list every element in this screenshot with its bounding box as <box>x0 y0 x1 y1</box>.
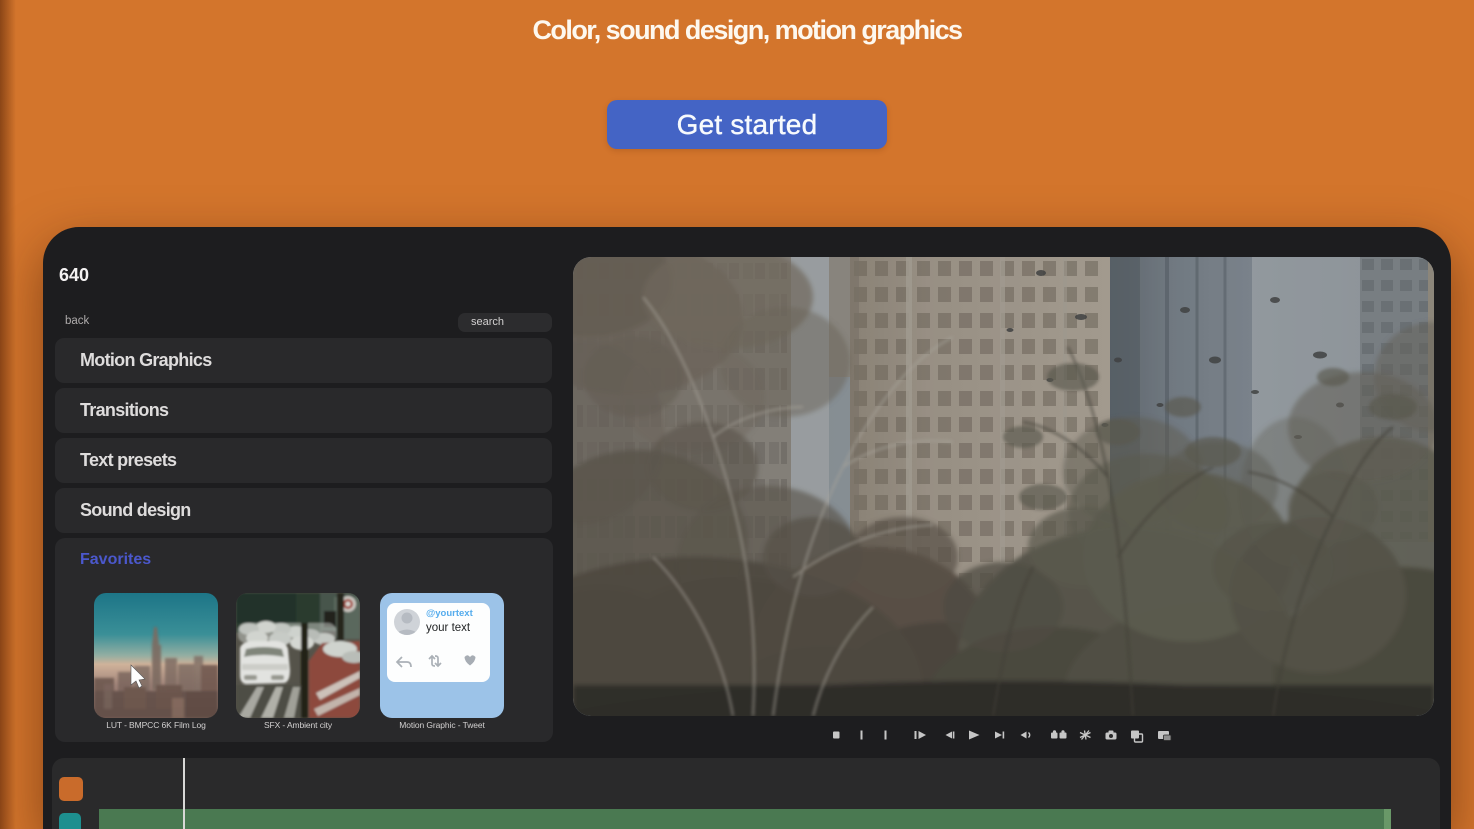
svg-text:@yourtext: @yourtext <box>426 608 474 619</box>
svg-text:your text: your text <box>426 622 471 634</box>
